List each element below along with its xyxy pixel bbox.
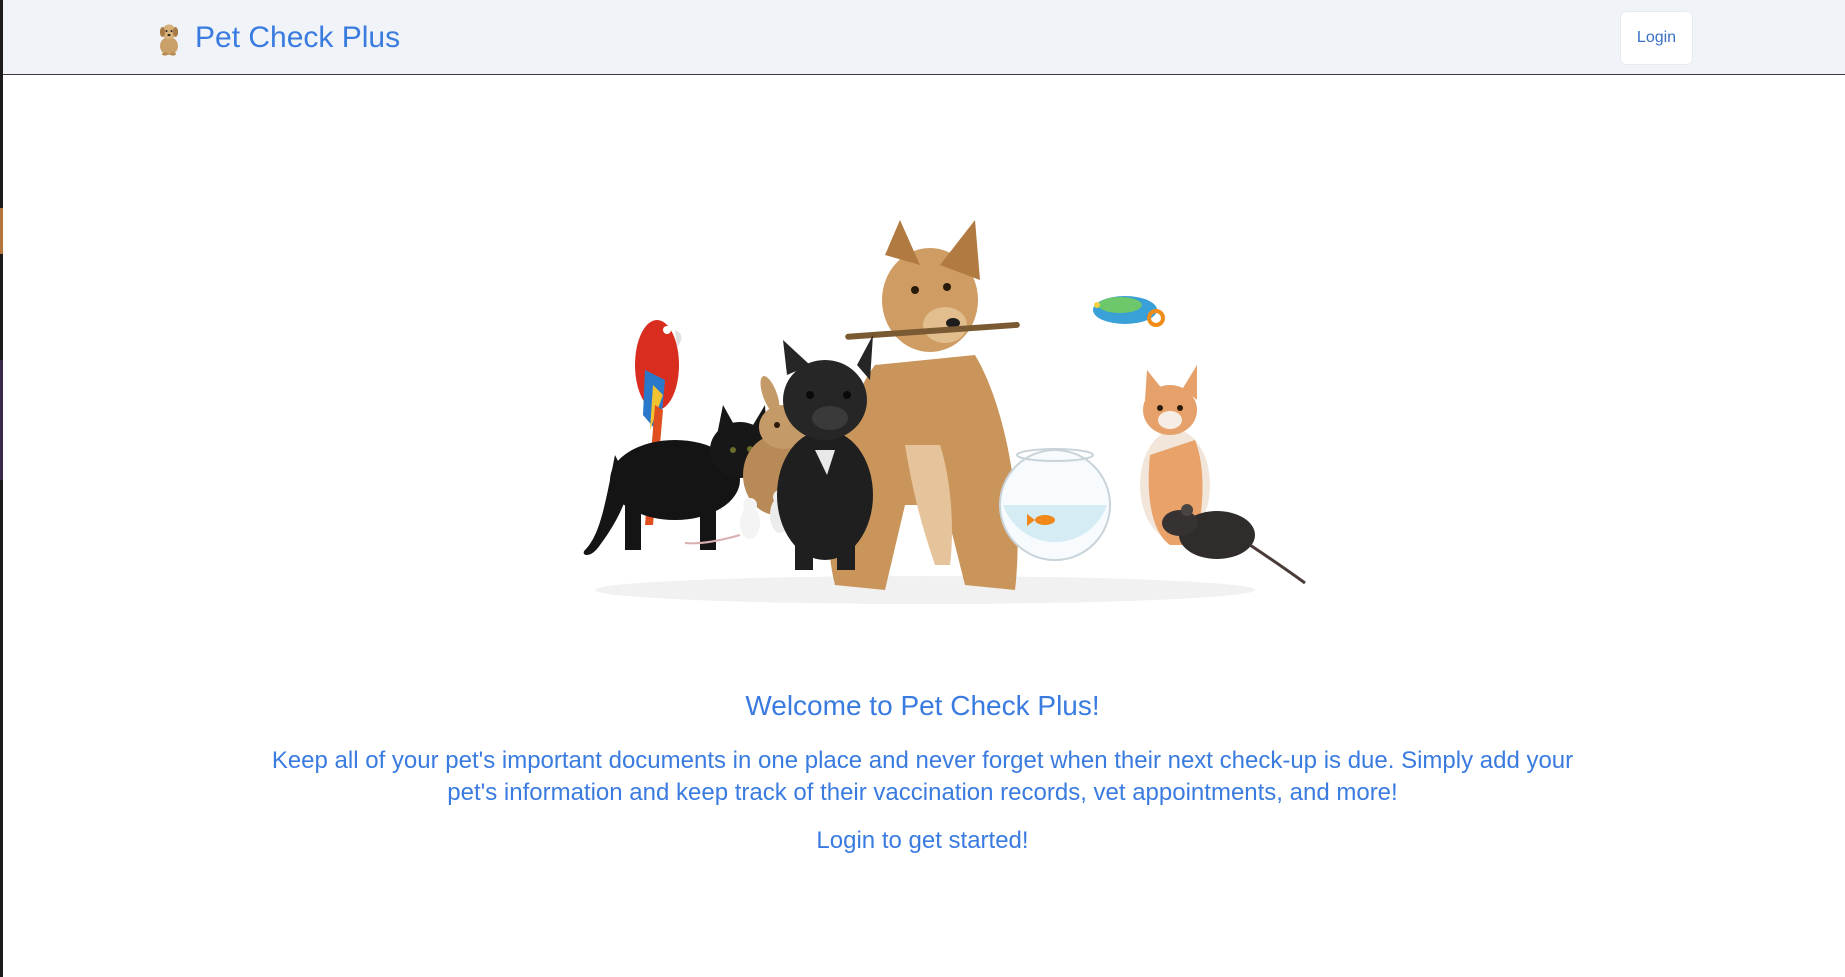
brand[interactable]: Pet Check Plus [155,18,400,58]
rat-figure [1162,504,1306,585]
fishbowl-figure [999,448,1111,561]
login-prompt: Login to get started! [816,827,1029,854]
welcome-title: Welcome to Pet Check Plus! [745,690,1100,721]
pets-group-image [583,220,1306,604]
dog-icon [159,24,179,56]
navbar: Pet Check Plus Login [3,0,1845,75]
intro-description: Keep all of your pet's important documen… [271,747,1574,806]
login-button[interactable]: Login [1620,11,1693,65]
chameleon-figure [1093,296,1165,327]
brand-name: Pet Check Plus [195,21,401,54]
bulldog-figure [777,335,873,570]
